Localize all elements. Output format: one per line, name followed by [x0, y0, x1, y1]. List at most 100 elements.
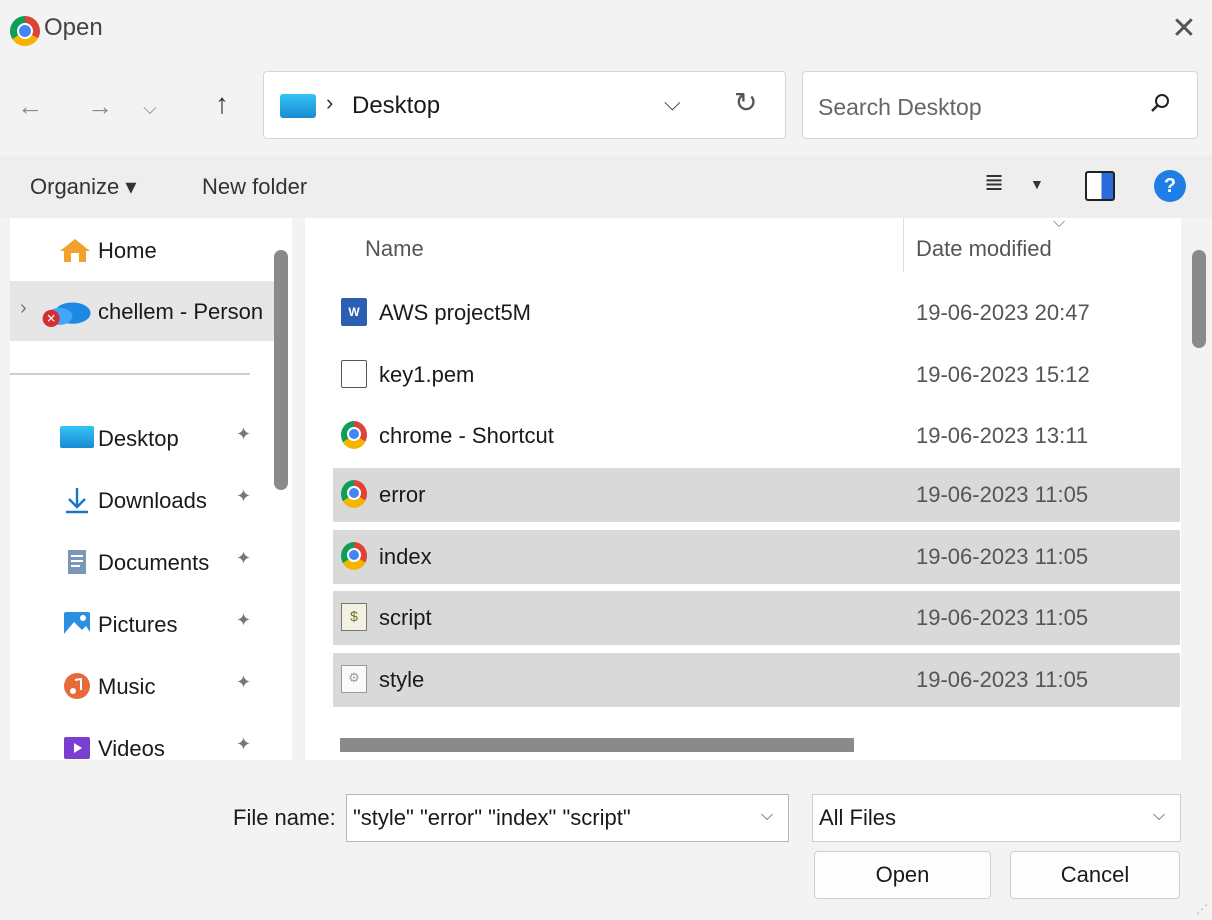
- preview-pane-icon[interactable]: [1085, 171, 1115, 201]
- sidebar-item-label: Documents: [98, 550, 210, 575]
- view-dropdown-icon[interactable]: ▼: [1030, 176, 1044, 192]
- chrome-icon: [10, 16, 40, 46]
- pin-icon[interactable]: ✦: [236, 672, 251, 693]
- file-date: 19-06-2023 11:05: [916, 482, 1089, 507]
- sidebar-item-home[interactable]: Home: [10, 220, 274, 280]
- sidebar-item-downloads[interactable]: Downloads ✦: [10, 470, 274, 530]
- file-name-label: File name:: [233, 805, 336, 830]
- file-date: 19-06-2023 11:05: [916, 544, 1089, 569]
- pin-icon[interactable]: ✦: [236, 486, 251, 507]
- title-bar: Open ✕: [0, 0, 1212, 60]
- sidebar-item-pictures[interactable]: Pictures ✦: [10, 594, 274, 654]
- file-list: Name ⌵ Date modified W AWS project5M 19-…: [305, 218, 1181, 760]
- blank-file-icon: [341, 360, 367, 388]
- file-row[interactable]: W AWS project5M 19-06-2023 20:47: [333, 286, 1180, 340]
- view-options-icon[interactable]: ≣: [984, 168, 1004, 197]
- file-type-select[interactable]: All Files ⌵: [812, 794, 1181, 842]
- recent-locations-button[interactable]: ⌵: [132, 90, 168, 126]
- column-header-date-modified[interactable]: Date modified: [916, 236, 1052, 262]
- address-bar[interactable]: › Desktop ⌵ ↻: [263, 71, 786, 139]
- refresh-icon[interactable]: ↻: [734, 86, 757, 119]
- home-icon: [60, 239, 90, 262]
- videos-icon: [64, 737, 90, 759]
- onedrive-icon: ✕: [42, 302, 91, 327]
- file-name: index: [379, 544, 432, 569]
- address-dropdown-icon[interactable]: ⌵: [664, 90, 681, 116]
- forward-button[interactable]: →: [82, 88, 118, 124]
- sidebar-item-label: Downloads: [98, 488, 207, 513]
- expand-chevron-icon[interactable]: ›: [20, 297, 27, 320]
- column-divider[interactable]: [903, 218, 904, 272]
- sidebar-item-documents[interactable]: Documents ✦: [10, 532, 274, 592]
- file-name-input[interactable]: "style" "error" "index" "script" ⌵: [346, 794, 789, 842]
- column-header-name[interactable]: Name: [365, 236, 424, 262]
- resize-grip-icon[interactable]: ⋰: [1196, 902, 1208, 916]
- script-file-icon: $: [341, 603, 367, 631]
- sidebar-item-onedrive[interactable]: › ✕ chellem - Person: [10, 281, 274, 341]
- vertical-scrollbar[interactable]: [1192, 250, 1206, 348]
- file-date: 19-06-2023 20:47: [916, 300, 1090, 325]
- sidebar-item-label: Music: [98, 674, 156, 699]
- breadcrumb-desktop[interactable]: Desktop: [352, 92, 440, 120]
- sidebar-item-music[interactable]: Music ✦: [10, 656, 274, 716]
- open-button[interactable]: Open: [814, 851, 991, 899]
- file-name-value: "style" "error" "index" "script": [353, 805, 631, 830]
- file-date: 19-06-2023 11:05: [916, 667, 1089, 692]
- up-button[interactable]: ↑: [204, 86, 240, 122]
- file-date: 19-06-2023 11:05: [916, 605, 1089, 630]
- file-name: chrome - Shortcut: [379, 423, 554, 448]
- file-name-dropdown-icon[interactable]: ⌵: [761, 807, 773, 825]
- file-row[interactable]: key1.pem 19-06-2023 15:12: [333, 348, 1180, 402]
- pin-icon[interactable]: ✦: [236, 734, 251, 755]
- svg-text:✕: ✕: [46, 312, 56, 326]
- toolbar: Organize ▾ New folder ≣ ▼ ?: [0, 156, 1212, 218]
- sidebar-item-videos[interactable]: Videos ✦: [10, 718, 274, 760]
- organize-button[interactable]: Organize ▾: [30, 174, 136, 200]
- file-name: AWS project5M: [379, 300, 532, 325]
- word-document-icon: W: [341, 298, 367, 326]
- file-row[interactable]: chrome - Shortcut 19-06-2023 13:11: [333, 409, 1180, 463]
- pictures-icon: [64, 612, 90, 636]
- css-file-icon: ⚙: [341, 665, 367, 693]
- file-row[interactable]: error 19-06-2023 11:05: [333, 468, 1180, 522]
- back-button[interactable]: ←: [12, 88, 48, 124]
- sort-indicator-icon: ⌵: [1053, 218, 1066, 231]
- file-name: script: [379, 605, 432, 630]
- sidebar-item-label: Desktop: [98, 426, 179, 451]
- file-name: key1.pem: [379, 362, 475, 387]
- download-icon: [66, 488, 88, 514]
- close-button[interactable]: ✕: [1166, 12, 1202, 48]
- file-row[interactable]: $ script 19-06-2023 11:05: [333, 591, 1180, 645]
- window-title: Open: [44, 14, 103, 41]
- search-placeholder: Search Desktop: [818, 94, 982, 120]
- pin-icon[interactable]: ✦: [236, 424, 251, 445]
- sidebar-item-label: Pictures: [98, 612, 178, 637]
- pin-icon[interactable]: ✦: [236, 610, 251, 631]
- pin-icon[interactable]: ✦: [236, 548, 251, 569]
- search-icon[interactable]: [1149, 92, 1171, 120]
- desktop-folder-icon: [280, 94, 316, 118]
- desktop-folder-icon: [60, 426, 94, 448]
- documents-icon: [68, 550, 86, 574]
- sidebar-item-label: chellem - Person: [98, 299, 264, 324]
- file-row[interactable]: ⚙ style 19-06-2023 11:05: [333, 653, 1180, 707]
- file-date: 19-06-2023 15:12: [916, 362, 1090, 387]
- chrome-html-icon: [341, 480, 367, 508]
- search-input[interactable]: Search Desktop: [802, 71, 1198, 139]
- file-name: error: [379, 482, 426, 507]
- chrome-shortcut-icon: [341, 421, 367, 449]
- music-icon: [64, 673, 90, 699]
- horizontal-scrollbar[interactable]: [340, 738, 854, 752]
- file-type-dropdown-icon[interactable]: ⌵: [1153, 807, 1165, 825]
- help-icon[interactable]: ?: [1154, 170, 1186, 202]
- file-name: style: [379, 667, 425, 692]
- file-row[interactable]: index 19-06-2023 11:05: [333, 530, 1180, 584]
- sidebar-item-label: Home: [98, 238, 157, 263]
- navigation-pane: Home › ✕ chellem - Person Desktop ✦ Down…: [10, 218, 292, 760]
- chrome-html-icon: [341, 542, 367, 570]
- cancel-button[interactable]: Cancel: [1010, 851, 1180, 899]
- sidebar-item-desktop[interactable]: Desktop ✦: [10, 408, 274, 468]
- breadcrumb-separator: ›: [326, 90, 334, 115]
- sidebar-scrollbar[interactable]: [274, 250, 288, 490]
- new-folder-button[interactable]: New folder: [202, 174, 307, 200]
